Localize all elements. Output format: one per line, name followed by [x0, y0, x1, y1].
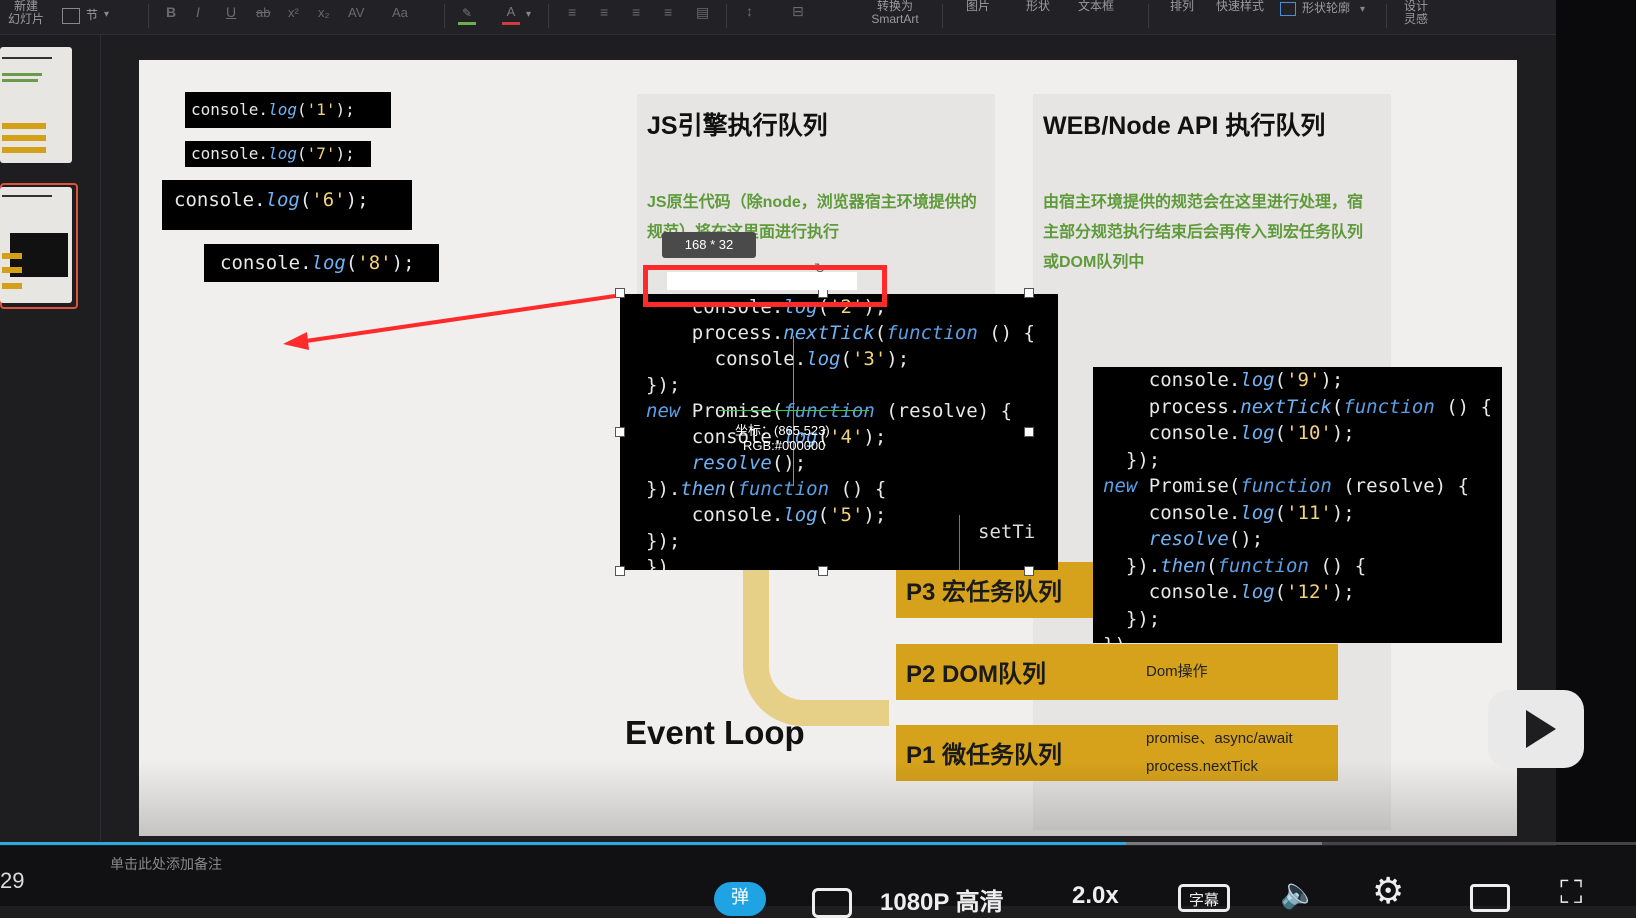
progress-fill — [0, 842, 1126, 845]
slide-thumbnail[interactable] — [0, 47, 72, 163]
divider — [1386, 4, 1387, 28]
design-ideas-button[interactable]: 设计 灵感 — [1404, 0, 1428, 26]
slide-number: 29 — [0, 868, 25, 893]
subscript-icon[interactable]: x₂ — [318, 6, 330, 19]
textbox-button[interactable]: 文本框 — [1078, 0, 1114, 13]
divider — [1148, 4, 1149, 28]
new-slide-button[interactable]: 新建 幻灯片 — [4, 0, 48, 26]
convert-smartart-button[interactable]: 转换为 SmartArt — [860, 0, 930, 26]
highlight-icon[interactable]: ✎ — [458, 6, 476, 25]
italic-icon[interactable]: I — [196, 5, 200, 19]
section-button[interactable]: 节 — [86, 9, 98, 22]
slide-canvas[interactable]: JS引擎执行队列 JS原生代码（除node，浏览器宿主环境提供的规范）将在这里面… — [139, 60, 1517, 836]
divider — [942, 4, 943, 28]
char-spacing-icon[interactable]: AV — [348, 6, 364, 19]
video-play-badge[interactable] — [1488, 690, 1584, 768]
quick-style-button[interactable]: 快速样式 — [1216, 0, 1264, 13]
notes-placeholder[interactable]: 单击此处添加备注 — [110, 854, 222, 874]
justify-icon[interactable]: ≡ — [664, 5, 672, 19]
danmaku-toggle[interactable]: 弹 — [714, 882, 766, 916]
progress-buffer — [1126, 842, 1322, 845]
slide-thumbnails-panel[interactable] — [0, 35, 101, 841]
superscript-icon[interactable]: x² — [288, 6, 299, 19]
underline-icon[interactable]: U — [226, 5, 236, 19]
divider — [548, 4, 549, 28]
danmaku-settings-icon[interactable] — [812, 888, 852, 918]
shape-outline-icon — [1280, 2, 1296, 16]
chevron-down-icon: ▾ — [526, 9, 532, 20]
align-left-icon[interactable]: ≡ — [568, 5, 576, 19]
arrange-button[interactable]: 排列 — [1170, 0, 1194, 13]
text-align-icon[interactable]: ⊟ — [792, 4, 804, 18]
picture-in-picture-icon[interactable] — [1470, 884, 1510, 912]
align-center-icon[interactable]: ≡ — [600, 5, 608, 19]
ribbon-toolbar: 新建 幻灯片 节 ▾ B I U ab x² x₂ AV Aa ✎ A ▾ ≡ … — [0, 0, 1556, 35]
font-color-icon[interactable]: A — [502, 4, 520, 25]
chevron-down-icon: ▾ — [104, 9, 110, 20]
bold-icon[interactable]: B — [166, 5, 176, 19]
slide-thumbnail-current[interactable] — [0, 187, 72, 303]
player-control-bar: 29 单击此处添加备注 弹 1080P 高清 2.0x 字幕 🔈 ⚙ ⛶ — [0, 846, 1636, 918]
red-annotation-arrow — [283, 294, 616, 350]
divider — [148, 4, 149, 28]
slide-shade — [139, 760, 1517, 836]
change-case-icon[interactable]: Aa — [392, 6, 408, 19]
fullscreen-icon[interactable]: ⛶ — [1560, 874, 1582, 912]
chevron-down-icon: ▾ — [1360, 4, 1366, 15]
shape-outline-button[interactable]: 形状轮廓 — [1302, 2, 1350, 15]
align-right-icon[interactable]: ≡ — [632, 5, 640, 19]
quality-selector[interactable]: 1080P 高清 — [880, 882, 1004, 917]
divider — [726, 4, 727, 28]
columns-icon[interactable]: ▤ — [696, 5, 709, 19]
side-gutter — [1556, 0, 1636, 906]
play-icon — [1526, 710, 1556, 748]
picture-button[interactable]: 图片 — [966, 0, 990, 13]
text-direction-icon[interactable]: ↕ — [746, 4, 753, 18]
shape-button[interactable]: 形状 — [1026, 0, 1050, 13]
strikethrough-icon[interactable]: ab — [256, 6, 270, 19]
section-icon — [62, 8, 80, 24]
subtitle-button[interactable]: 字幕 — [1178, 884, 1230, 912]
divider — [444, 4, 445, 28]
